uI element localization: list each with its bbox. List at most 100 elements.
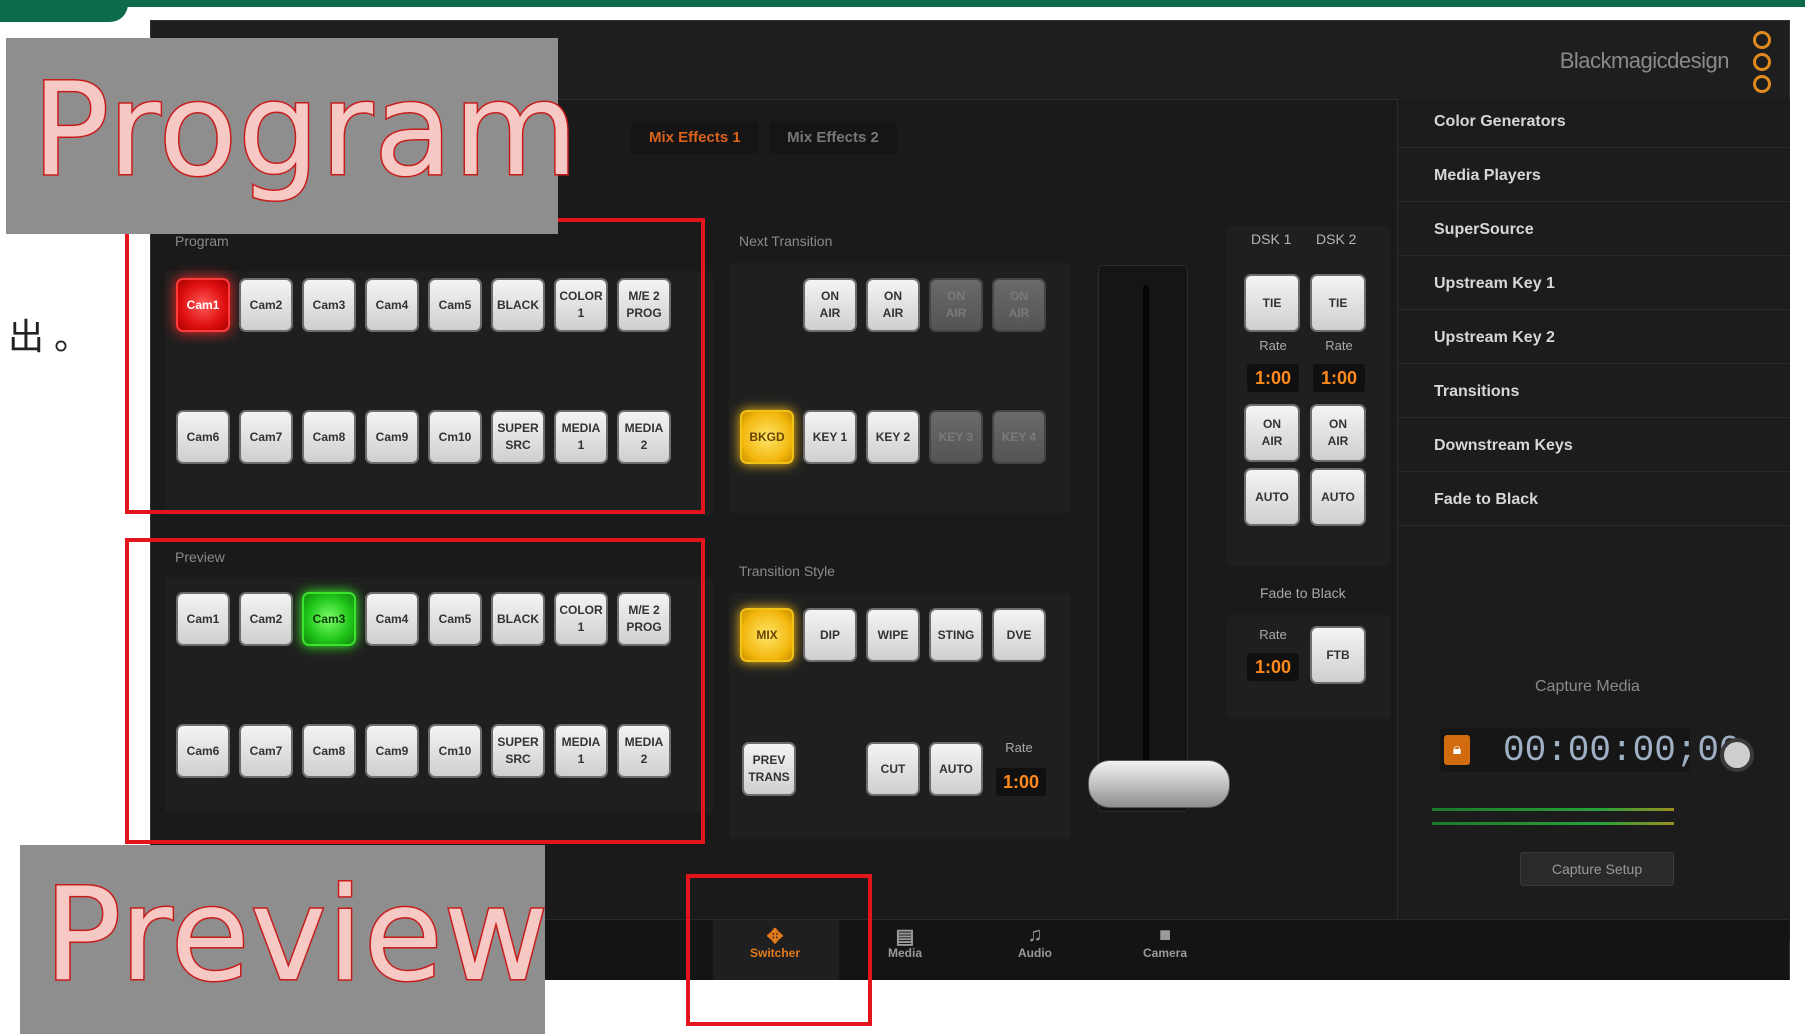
program-source-button[interactable]: Cam3: [302, 278, 356, 332]
next-transition-layer-button[interactable]: KEY 4: [992, 410, 1046, 464]
preview-source-button[interactable]: Cam2: [239, 592, 293, 646]
preview-source-button[interactable]: COLOR 1: [554, 592, 608, 646]
dsk1-auto-button[interactable]: AUTO: [1244, 468, 1300, 526]
next-transition-layer-button[interactable]: KEY 1: [803, 410, 857, 464]
preview-source-button[interactable]: Cam1: [176, 592, 230, 646]
preview-source-button[interactable]: Cam6: [176, 724, 230, 778]
capture-setup-button[interactable]: Capture Setup: [1520, 852, 1674, 886]
on-air-key-button[interactable]: ON AIR: [866, 278, 920, 332]
preview-source-button[interactable]: Cam7: [239, 724, 293, 778]
program-source-button[interactable]: MEDIA 1: [554, 410, 608, 464]
ftb-rate-label: Rate: [1259, 627, 1287, 642]
preview-source-button[interactable]: SUPER SRC: [491, 724, 545, 778]
program-source-button[interactable]: MEDIA 2: [617, 410, 671, 464]
preview-source-button[interactable]: Cam3: [302, 592, 356, 646]
program-overlay-panel: Program: [6, 38, 580, 234]
dsk1-header: DSK 1: [1251, 231, 1292, 247]
preview-source-button[interactable]: Cam5: [428, 592, 482, 646]
program-source-button[interactable]: M/E 2 PROG: [617, 278, 671, 332]
sidebar-item-fade-to-black[interactable]: Fade to Black: [1398, 477, 1790, 526]
program-source-button[interactable]: Cam7: [239, 410, 293, 464]
ftb-rate-field[interactable]: 1:00: [1247, 653, 1299, 681]
nav-camera[interactable]: ■ Camera: [1120, 924, 1210, 960]
sidebar-item-color-generators[interactable]: Color Generators: [1398, 99, 1790, 148]
preview-source-button[interactable]: Cam8: [302, 724, 356, 778]
nav-audio[interactable]: ♫ Audio: [990, 924, 1080, 960]
dsk1-tie-button[interactable]: TIE: [1244, 274, 1300, 332]
ftb-button[interactable]: FTB: [1310, 626, 1366, 684]
on-air-key-button[interactable]: ON AIR: [992, 278, 1046, 332]
transition-rate-label: Rate: [1005, 740, 1033, 755]
sidebar-item-transitions[interactable]: Transitions: [1398, 369, 1790, 418]
audio-meter-left: [1432, 808, 1674, 811]
program-source-button[interactable]: Cam2: [239, 278, 293, 332]
dsk1-on-air-button[interactable]: ON AIR: [1244, 404, 1300, 462]
record-button[interactable]: [1720, 738, 1754, 772]
preview-source-button[interactable]: Cam9: [365, 724, 419, 778]
dsk1-rate-label: Rate: [1259, 338, 1287, 353]
prev-trans-button[interactable]: PREV TRANS: [742, 742, 796, 796]
transition-style-button[interactable]: STING: [929, 608, 983, 662]
sidebar-item-supersource[interactable]: SuperSource: [1398, 207, 1790, 256]
preview-overlay-panel: Preview: [20, 845, 550, 1034]
next-transition-label: Next Transition: [739, 233, 833, 249]
preview-source-button[interactable]: Cm10: [428, 724, 482, 778]
audio-meter-right: [1432, 822, 1674, 825]
program-source-button[interactable]: Cam6: [176, 410, 230, 464]
cut-button[interactable]: CUT: [866, 742, 920, 796]
transition-rate-field[interactable]: 1:00: [996, 768, 1046, 796]
dsk2-auto-button[interactable]: AUTO: [1310, 468, 1366, 526]
transition-style-button[interactable]: DIP: [803, 608, 857, 662]
next-transition-layer-button[interactable]: KEY 2: [866, 410, 920, 464]
tab-mix-effects-1[interactable]: Mix Effects 1: [631, 121, 759, 154]
program-overlay-title: Program: [30, 56, 580, 205]
tab-mix-effects-2[interactable]: Mix Effects 2: [769, 121, 897, 154]
capture-media-title: Capture Media: [1535, 678, 1640, 695]
on-air-key-button[interactable]: ON AIR: [929, 278, 983, 332]
preview-source-button[interactable]: BLACK: [491, 592, 545, 646]
dsk2-tie-button[interactable]: TIE: [1310, 274, 1366, 332]
timecode-display: 00:00:00;00: [1503, 730, 1741, 771]
sidebar-item-media-players[interactable]: Media Players: [1398, 153, 1790, 202]
program-source-button[interactable]: Cm10: [428, 410, 482, 464]
next-transition-layer-button[interactable]: KEY 3: [929, 410, 983, 464]
sidebar-item-downstream-keys[interactable]: Downstream Keys: [1398, 423, 1790, 472]
program-label: Program: [175, 233, 229, 249]
preview-source-button[interactable]: MEDIA 2: [617, 724, 671, 778]
sidebar-item-upstream-key-1[interactable]: Upstream Key 1: [1398, 261, 1790, 310]
preview-source-button[interactable]: MEDIA 1: [554, 724, 608, 778]
auto-button[interactable]: AUTO: [929, 742, 983, 796]
dsk2-header: DSK 2: [1316, 231, 1357, 247]
dsk1-rate-field[interactable]: 1:00: [1247, 364, 1299, 392]
program-source-button[interactable]: SUPER SRC: [491, 410, 545, 464]
lock-icon[interactable]: 🔒︎: [1444, 735, 1470, 765]
fade-to-black-label: Fade to Black: [1260, 585, 1346, 601]
dsk2-on-air-button[interactable]: ON AIR: [1310, 404, 1366, 462]
program-source-button[interactable]: Cam4: [365, 278, 419, 332]
on-air-key-button[interactable]: ON AIR: [803, 278, 857, 332]
next-transition-layer-button[interactable]: BKGD: [740, 410, 794, 464]
audio-icon: ♫: [1027, 924, 1043, 946]
dsk2-rate-field[interactable]: 1:00: [1313, 364, 1365, 392]
slide-corner-tab: [0, 0, 128, 22]
transition-style-button[interactable]: DVE: [992, 608, 1046, 662]
program-source-button[interactable]: BLACK: [491, 278, 545, 332]
media-icon: ▤: [895, 926, 915, 948]
program-source-button[interactable]: Cam8: [302, 410, 356, 464]
program-source-button[interactable]: Cam1: [176, 278, 230, 332]
transition-style-button[interactable]: MIX: [740, 608, 794, 662]
mix-effects-tabs: Mix Effects 1 Mix Effects 2: [631, 121, 903, 155]
slide-top-bar: [0, 0, 1805, 7]
program-source-button[interactable]: Cam9: [365, 410, 419, 464]
preview-source-button[interactable]: Cam4: [365, 592, 419, 646]
program-source-button[interactable]: Cam5: [428, 278, 482, 332]
transition-style-button[interactable]: WIPE: [866, 608, 920, 662]
tbar-handle[interactable]: [1088, 760, 1230, 808]
nav-switcher[interactable]: ✥ Switcher: [730, 924, 820, 960]
sidebar-item-upstream-key-2[interactable]: Upstream Key 2: [1398, 315, 1790, 364]
palette-sidebar: Color Generators Media Players SuperSour…: [1397, 99, 1790, 941]
nav-media[interactable]: ▤ Media: [860, 924, 950, 960]
switcher-icon: ✥: [766, 926, 784, 948]
program-source-button[interactable]: COLOR 1: [554, 278, 608, 332]
preview-source-button[interactable]: M/E 2 PROG: [617, 592, 671, 646]
